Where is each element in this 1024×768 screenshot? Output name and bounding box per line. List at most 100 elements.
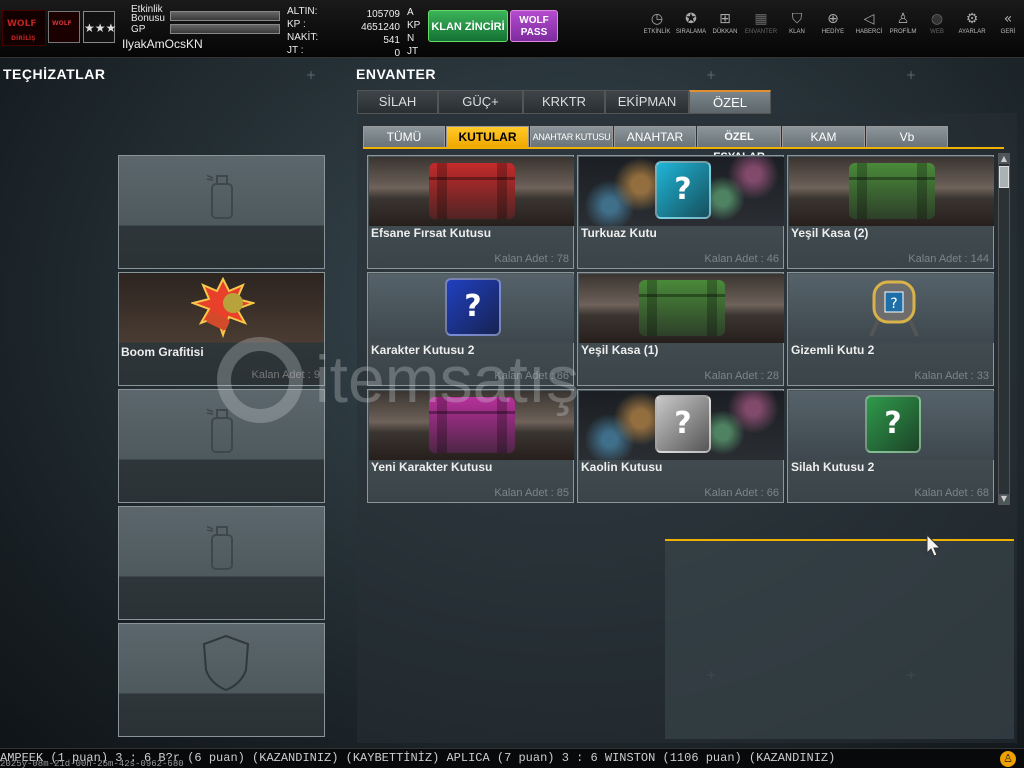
main-tab-1[interactable]: GÜÇ+ — [438, 90, 523, 114]
username: IlyakAmOcsKN — [122, 37, 203, 51]
crate-band — [707, 280, 717, 336]
scroll-down-button[interactable]: ▼ — [999, 494, 1009, 504]
white-box-icon: ? — [655, 395, 711, 453]
main-tab-0[interactable]: SİLAH — [357, 90, 438, 114]
inventory-item[interactable]: Yeşil Kasa (1) Kalan Adet : 28 — [577, 272, 784, 386]
globe-icon: ◍ — [930, 11, 944, 27]
megaphone-icon: ◁ — [863, 11, 875, 27]
pink-crate-icon — [429, 397, 515, 453]
logo-subtitle: DİRİLİŞ — [11, 35, 36, 42]
nav-item-klan[interactable]: ⛉ KLAN — [779, 10, 815, 35]
inventory-item[interactable]: ? Silah Kutusu 2 Kalan Adet : 68 — [787, 389, 994, 503]
equipment-slot[interactable] — [118, 389, 325, 503]
item-image — [789, 157, 994, 226]
nav-label: HEDİYE — [821, 29, 845, 35]
item-image: ? — [579, 157, 784, 226]
item-name: Yeni Karakter Kutusu — [371, 460, 493, 474]
equipment-slot[interactable]: Boom Grafitisi Kalan Adet : 9 — [118, 272, 325, 386]
inventory-icon: ▦ — [754, 11, 768, 27]
wolf-pass-button[interactable]: WOLF PASS — [510, 10, 558, 42]
spray-can-icon — [198, 168, 237, 219]
nav-label: DÜKKAN — [712, 29, 738, 35]
item-name: Karakter Kutusu 2 — [371, 343, 475, 357]
clan-badge-text: WOLF — [52, 20, 72, 27]
spray-can-icon — [198, 519, 237, 570]
equipment-slot[interactable] — [118, 506, 325, 620]
clan-badge[interactable]: WOLF — [48, 11, 80, 43]
nav-item-web[interactable]: ◍ WEB — [919, 10, 955, 35]
wolf-pass-line1: WOLF — [519, 15, 549, 26]
nav-item-envanter[interactable]: ▦ ENVANTER — [743, 10, 779, 35]
item-count: Kalan Adet : 68 — [914, 487, 989, 499]
shield-icon: ⛉ — [791, 11, 803, 27]
nav-label: ETKİNLİK — [643, 29, 671, 35]
nav-item-ayarlar[interactable]: ⚙ AYARLAR — [954, 10, 990, 35]
sub-tab-5[interactable]: KAM — [782, 126, 865, 148]
inventory-item[interactable]: Yeni Karakter Kutusu Kalan Adet : 85 — [367, 389, 574, 503]
crate-band — [857, 163, 867, 219]
sub-tab-4[interactable]: ÖZEL EŞYALAR — [697, 126, 781, 163]
inventory-item[interactable]: ? Karakter Kutusu 2 Kalan Adet : 86 — [367, 272, 574, 386]
shield-icon — [201, 634, 251, 694]
news-ticker: AMPEEK (1 puan) 3 : 6 B?r (6 puan) (KAZA… — [0, 748, 1024, 768]
sub-tab-2[interactable]: ANAHTAR KUTUSU — [530, 126, 613, 148]
inventory-item[interactable]: Efsane Fırsat Kutusu Kalan Adet : 78 — [367, 155, 574, 269]
nav-item-dükkan[interactable]: ⊞ DÜKKAN — [707, 10, 743, 35]
cart-icon: ⊞ — [719, 11, 731, 27]
inventory-item[interactable]: ? Turkuaz Kutu Kalan Adet : 46 — [577, 155, 784, 269]
klan-chain-button[interactable]: KLAN ZİNCİRİ — [428, 10, 508, 42]
user-icon[interactable]: ♙ — [1000, 751, 1016, 767]
item-count: Kalan Adet : 144 — [908, 253, 989, 265]
nav-label: AYARLAR — [958, 29, 986, 35]
scroll-thumb[interactable] — [999, 166, 1009, 188]
gift-icon: ⊕ — [827, 11, 839, 27]
crate-lid — [849, 177, 935, 180]
nav-item-profi̇lm[interactable]: ♙ PROFİLM — [885, 10, 921, 35]
crate-lid — [429, 177, 515, 180]
sub-tab-3[interactable]: ANAHTAR — [614, 126, 696, 148]
item-count: Kalan Adet : 28 — [704, 370, 779, 382]
nav-label: KLAN — [789, 29, 805, 35]
currency-value: 0 — [394, 48, 400, 59]
inventory-item[interactable]: Yeşil Kasa (2) Kalan Adet : 144 — [787, 155, 994, 269]
nav-item-siralama[interactable]: ✪ SIRALAMA — [673, 10, 709, 35]
item-name: Efsane Fırsat Kutusu — [371, 226, 492, 240]
item-name: Kaolin Kutusu — [581, 460, 663, 474]
equipment-slot[interactable] — [118, 623, 325, 737]
item-image: ? — [789, 274, 994, 343]
item-count: Kalan Adet : 33 — [914, 370, 989, 382]
inventory-item[interactable]: ? Kaolin Kutusu Kalan Adet : 66 — [577, 389, 784, 503]
scroll-up-button[interactable]: ▲ — [999, 154, 1009, 164]
crate-lid — [639, 294, 725, 297]
inventory-title: ENVANTER — [356, 66, 436, 82]
nav-item-haberci̇[interactable]: ◁ HABERCİ — [851, 10, 887, 35]
currency-unit: KP — [407, 20, 421, 31]
rank-icon: ★★★ — [83, 11, 116, 43]
nav-item-etki̇nli̇k[interactable]: ◷ ETKİNLİK — [639, 10, 675, 35]
turquoise-box-icon: ? — [655, 161, 711, 219]
nav-label: SIRALAMA — [675, 29, 707, 35]
game-logo: WOLF DİRİLİŞ — [2, 10, 46, 46]
sub-tab-1[interactable]: KUTULAR — [446, 126, 529, 148]
klan-chain-label: KLAN ZİNCİRİ — [431, 21, 505, 33]
svg-text:?: ? — [890, 296, 897, 312]
sub-tab-0[interactable]: TÜMÜ — [363, 126, 445, 148]
green-weapon-box-icon: ? — [865, 395, 921, 453]
crate-band — [497, 163, 507, 219]
nav-label: GERİ — [1000, 29, 1016, 35]
main-tab-2[interactable]: KRKTR — [523, 90, 605, 114]
top-bar: WOLF DİRİLİŞ WOLF ★★★ Etkinlik Bonusu GP… — [0, 0, 1024, 59]
nav-item-geri̇[interactable]: « GERİ — [990, 10, 1024, 35]
gp-bar — [170, 24, 280, 34]
nav-item-hedi̇ye[interactable]: ⊕ HEDİYE — [815, 10, 851, 35]
main-tab-3[interactable]: EKİPMAN — [605, 90, 689, 114]
main-tab-4[interactable]: ÖZEL — [689, 90, 771, 114]
inventory-item[interactable]: ? Gizemli Kutu 2 Kalan Adet : 33 — [787, 272, 994, 386]
sub-tab-6[interactable]: Vb — [866, 126, 948, 148]
item-count: Kalan Adet : 46 — [704, 253, 779, 265]
event-bonus-bar — [170, 11, 280, 21]
inventory-scrollbar[interactable]: ▲ ▼ — [998, 153, 1010, 505]
equipment-slot[interactable] — [118, 155, 325, 269]
nav-label: WEB — [930, 29, 944, 35]
item-name: Silah Kutusu 2 — [791, 460, 875, 474]
